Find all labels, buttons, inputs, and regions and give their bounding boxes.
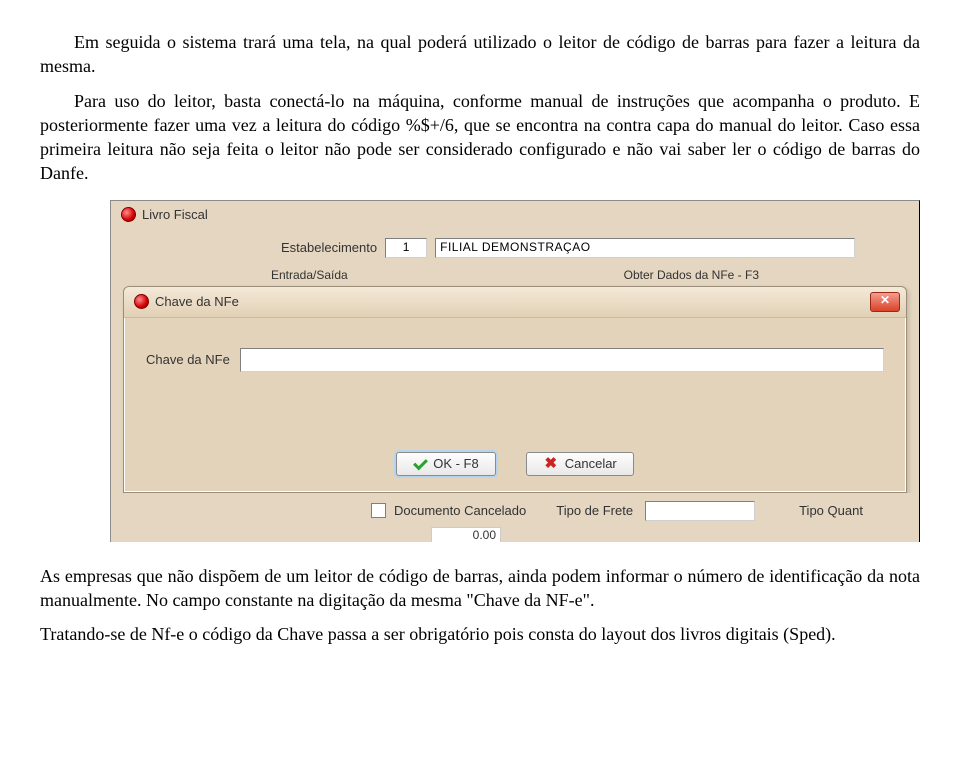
window-titlebar: Livro Fiscal xyxy=(111,201,919,224)
check-icon xyxy=(413,457,427,471)
chave-nfe-input[interactable] xyxy=(240,348,884,372)
chave-nfe-label: Chave da NFe xyxy=(146,352,230,367)
paragraph-3: As empresas que não dispõem de um leitor… xyxy=(40,564,920,613)
cancel-button[interactable]: ✖ Cancelar xyxy=(526,452,634,476)
dialog-title: Chave da NFe xyxy=(155,294,239,309)
chave-nfe-dialog: Chave da NFe ✕ Chave da NFe OK - F8 ✖ Ca… xyxy=(123,286,907,493)
app-screenshot: Livro Fiscal Estabelecimento 1 FILIAL DE… xyxy=(110,200,920,542)
estabelecimento-name-input[interactable]: FILIAL DEMONSTRAÇAO xyxy=(435,238,855,258)
entrada-saida-label: Entrada/Saída xyxy=(271,268,348,282)
footer-row: 0.00 xyxy=(111,525,919,542)
x-icon: ✖ xyxy=(543,456,559,472)
record-icon xyxy=(121,207,136,222)
paragraph-4: Tratando-se de Nf-e o código da Chave pa… xyxy=(40,622,920,646)
close-icon: ✕ xyxy=(880,293,890,307)
paragraph-1: Em seguida o sistema trará uma tela, na … xyxy=(40,30,920,79)
dialog-titlebar: Chave da NFe ✕ xyxy=(124,287,906,318)
close-button[interactable]: ✕ xyxy=(870,292,900,312)
bottom-bar: Documento Cancelado Tipo de Frete Tipo Q… xyxy=(111,493,919,525)
footer-value: 0.00 xyxy=(431,527,501,542)
doc-cancelado-label: Documento Cancelado xyxy=(394,503,526,518)
tipo-frete-label: Tipo de Frete xyxy=(556,503,633,518)
tipo-frete-input[interactable] xyxy=(645,501,755,521)
obter-dados-label: Obter Dados da NFe - F3 xyxy=(624,268,759,282)
ok-button[interactable]: OK - F8 xyxy=(396,452,496,476)
record-icon xyxy=(134,294,149,309)
estabelecimento-row: Estabelecimento 1 FILIAL DEMONSTRAÇAO xyxy=(111,224,919,268)
doc-cancelado-checkbox[interactable] xyxy=(371,503,386,518)
estabelecimento-code-input[interactable]: 1 xyxy=(385,238,427,258)
cancel-button-label: Cancelar xyxy=(565,456,617,471)
separator-row: Entrada/Saída Obter Dados da NFe - F3 xyxy=(111,268,919,286)
window-title: Livro Fiscal xyxy=(142,207,208,222)
ok-button-label: OK - F8 xyxy=(433,456,479,471)
paragraph-2: Para uso do leitor, basta conectá-lo na … xyxy=(40,89,920,186)
tipo-quant-label: Tipo Quant xyxy=(799,503,863,518)
estabelecimento-label: Estabelecimento xyxy=(281,240,377,255)
